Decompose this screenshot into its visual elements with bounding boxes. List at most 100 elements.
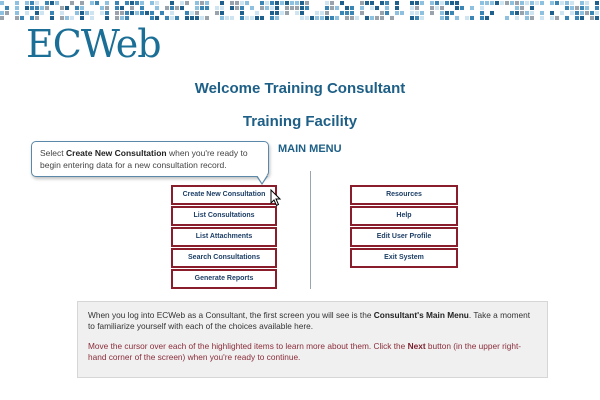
search-consultations-button[interactable]: Search Consultations [171, 248, 277, 268]
mosaic-tile [130, 1, 134, 5]
mosaic-tile [595, 6, 599, 10]
mosaic-tile [365, 16, 369, 20]
mosaic-tile [305, 6, 309, 10]
mosaic-tile [30, 1, 34, 5]
mosaic-tile [295, 1, 299, 5]
mosaic-tile [385, 11, 389, 15]
help-button[interactable]: Help [350, 206, 458, 226]
mosaic-tile [295, 6, 299, 10]
create-new-consultation-button[interactable]: Create New Consultation [171, 185, 277, 205]
mosaic-tile [180, 1, 184, 5]
mosaic-tile [230, 16, 234, 20]
mosaic-tile [565, 1, 569, 5]
mosaic-tile [370, 16, 374, 20]
mosaic-tile [345, 6, 349, 10]
mosaic-tile [170, 6, 174, 10]
mosaic-tile [50, 1, 54, 5]
mosaic-tile [115, 16, 119, 20]
mosaic-tile [105, 1, 109, 5]
mosaic-tile [260, 1, 264, 5]
mosaic-tile [465, 16, 469, 20]
mosaic-tile [580, 1, 584, 5]
mosaic-tile [445, 16, 449, 20]
mosaic-tile [80, 1, 84, 5]
mosaic-tile [560, 11, 564, 15]
mosaic-tile [125, 11, 129, 15]
mosaic-tile [120, 16, 124, 20]
mosaic-tile [205, 16, 209, 20]
mosaic-tile [190, 16, 194, 20]
mosaic-tile [550, 1, 554, 5]
main-menu-title: MAIN MENU [278, 143, 342, 155]
mosaic-tile [380, 1, 384, 5]
mosaic-tile [385, 6, 389, 10]
mosaic-tile [65, 16, 69, 20]
mosaic-tile [270, 6, 274, 10]
mosaic-tile [130, 6, 134, 10]
mosaic-tile [345, 16, 349, 20]
mosaic-tile [275, 16, 279, 20]
mosaic-tile [570, 11, 574, 15]
mosaic-tile [175, 6, 179, 10]
generate-reports-button[interactable]: Generate Reports [171, 269, 277, 289]
mosaic-tile [220, 16, 224, 20]
welcome-heading: Welcome Training Consultant [194, 80, 406, 97]
mosaic-tile [555, 16, 559, 20]
mosaic-tile [595, 16, 599, 20]
mosaic-tile [305, 1, 309, 5]
list-consultations-button[interactable]: List Consultations [171, 206, 277, 226]
mosaic-tile [215, 11, 219, 15]
mosaic-tile [575, 11, 579, 15]
mosaic-tile [240, 16, 244, 20]
mosaic-tile [515, 16, 519, 20]
mosaic-tile [415, 1, 419, 5]
mosaic-tile [440, 6, 444, 10]
mosaic-tile [325, 1, 329, 5]
mosaic-tile [220, 1, 224, 5]
exit-system-button[interactable]: Exit System [350, 248, 458, 268]
mosaic-tile [120, 6, 124, 10]
facility-heading: Training Facility [242, 113, 358, 130]
mosaic-tile [340, 1, 344, 5]
mosaic-tile [490, 1, 494, 5]
mosaic-tile [395, 1, 399, 5]
mosaic-tile [170, 11, 174, 15]
edit-user-profile-button[interactable]: Edit User Profile [350, 227, 458, 247]
mosaic-tile [170, 1, 174, 5]
mosaic-tile [145, 11, 149, 15]
mosaic-tile [485, 16, 489, 20]
resources-button[interactable]: Resources [350, 185, 458, 205]
mosaic-tile [35, 16, 39, 20]
mosaic-tile [550, 16, 554, 20]
mosaic-tile [585, 11, 589, 15]
mosaic-tile [25, 6, 29, 10]
mosaic-tile [270, 11, 274, 15]
mosaic-tile [335, 16, 339, 20]
mosaic-tile [580, 16, 584, 20]
mosaic-tile [430, 11, 434, 15]
mosaic-tile [235, 6, 239, 10]
mosaic-tile [195, 11, 199, 15]
mosaic-tile [115, 11, 119, 15]
mosaic-tile [420, 16, 424, 20]
mosaic-tile [390, 16, 394, 20]
mosaic-tile [40, 11, 44, 15]
mosaic-tile [300, 6, 304, 10]
mouse-pointer-icon [270, 189, 282, 207]
mosaic-tile [90, 11, 94, 15]
mosaic-tile [430, 1, 434, 5]
mosaic-tile [155, 1, 159, 5]
mosaic-tile [50, 16, 54, 20]
list-attachments-button[interactable]: List Attachments [171, 227, 277, 247]
mosaic-tile [495, 1, 499, 5]
mosaic-tile [25, 11, 29, 15]
mosaic-tile [275, 6, 279, 10]
mosaic-tile [525, 16, 529, 20]
mosaic-tile [330, 6, 334, 10]
mosaic-tile [5, 6, 9, 10]
mosaic-tile [220, 6, 224, 10]
mosaic-tile [35, 1, 39, 5]
ecweb-logo: ECWeb [26, 22, 162, 66]
mosaic-tile [35, 6, 39, 10]
mosaic-tile [315, 11, 319, 15]
